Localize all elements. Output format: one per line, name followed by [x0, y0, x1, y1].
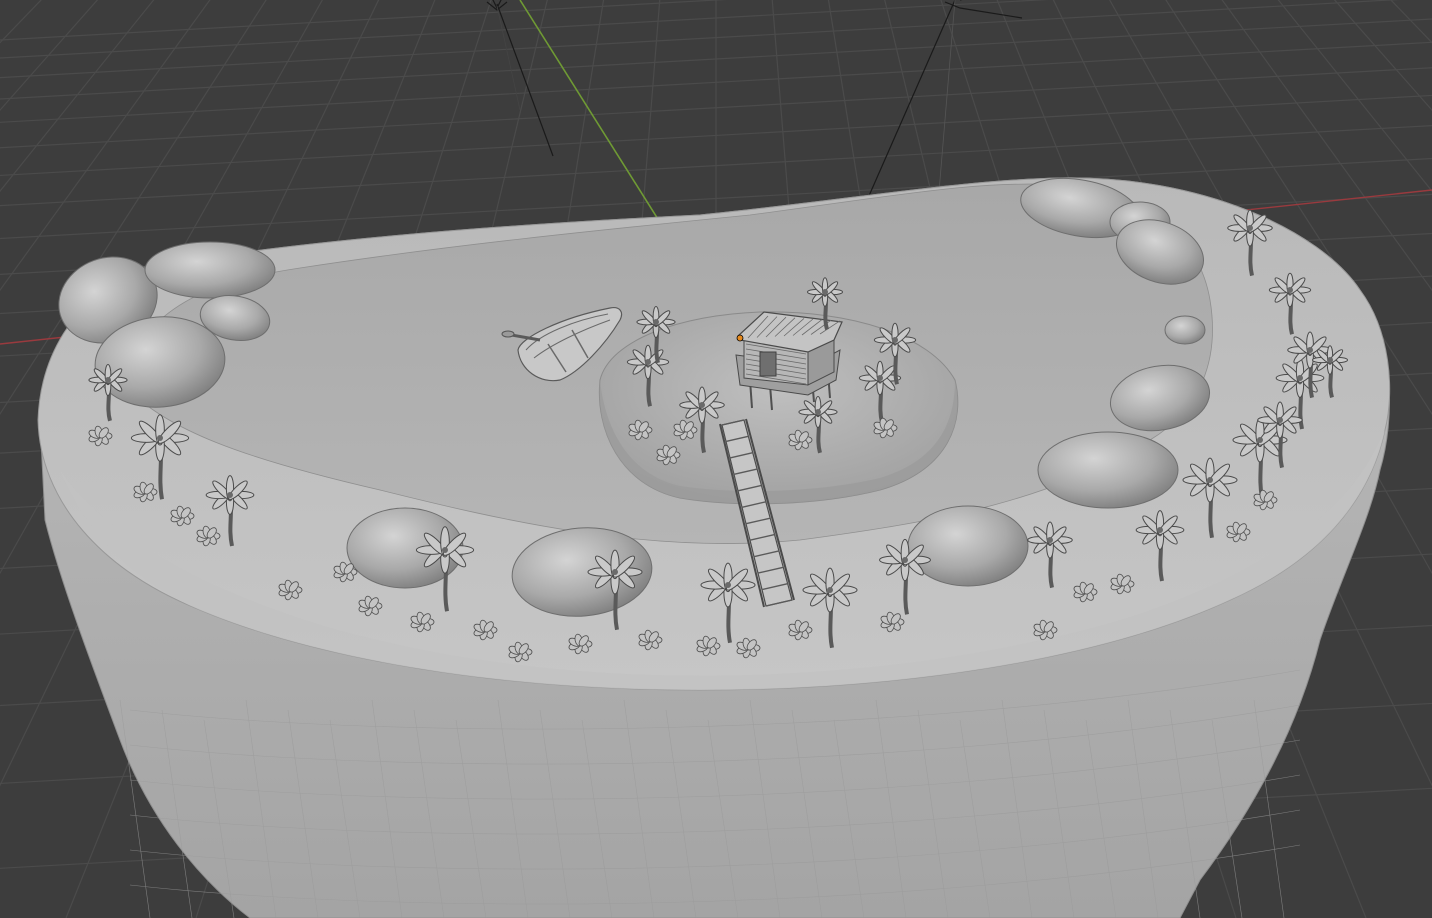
sun-light-left[interactable]: [486, 0, 554, 157]
rock[interactable]: [1037, 431, 1179, 509]
3d-viewport[interactable]: [0, 0, 1432, 918]
rock[interactable]: [1164, 315, 1206, 345]
viewport-canvas[interactable]: [0, 0, 1432, 918]
rock[interactable]: [907, 505, 1029, 587]
rock[interactable]: [144, 241, 276, 299]
origin-marker-icon[interactable]: [736, 334, 744, 342]
